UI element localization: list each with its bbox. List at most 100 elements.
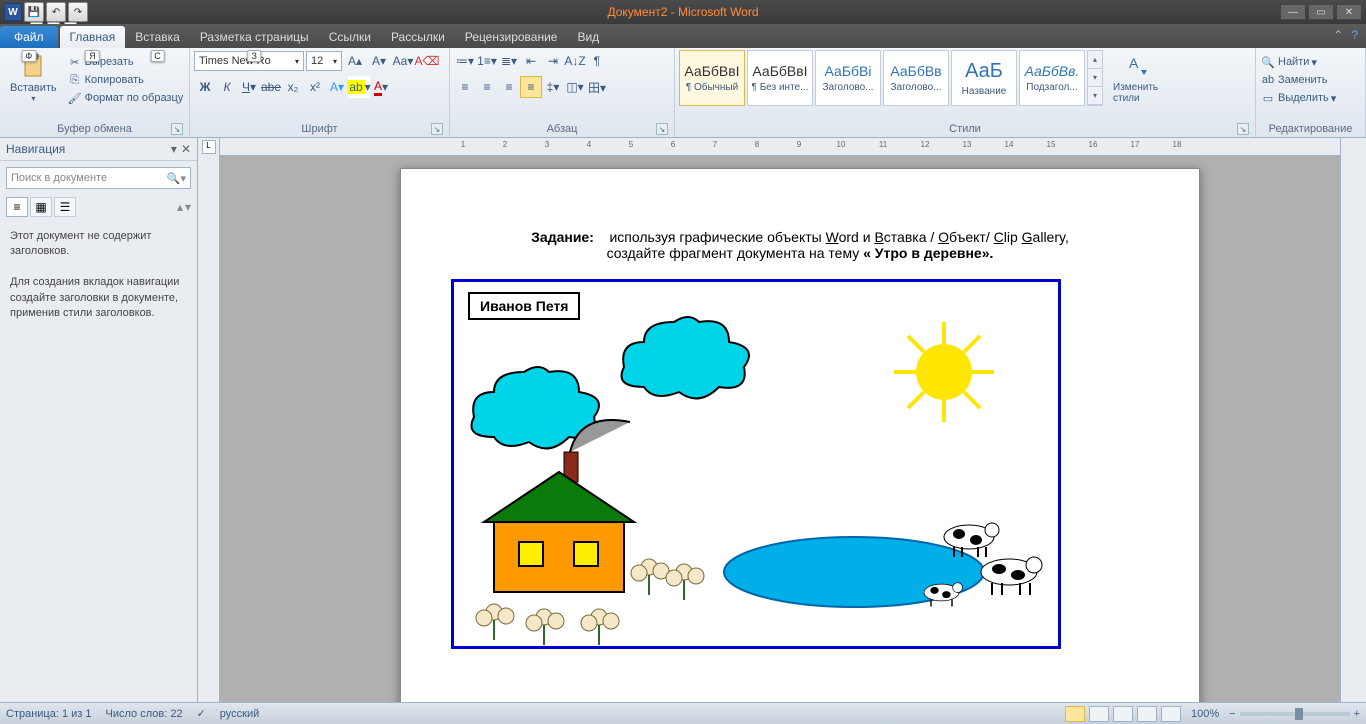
style-title[interactable]: АаБНазвание — [951, 50, 1017, 106]
view-draft[interactable] — [1161, 706, 1181, 722]
qat-redo-button[interactable]: ↷ — [68, 2, 88, 22]
format-painter-button[interactable]: 🖌Формат по образцу — [67, 90, 184, 106]
replace-button[interactable]: abЗаменить — [1260, 72, 1327, 88]
cloud-icon — [622, 317, 750, 398]
align-right-button[interactable]: ≡ — [498, 76, 520, 98]
indent-dec-button[interactable]: ⇤ — [520, 50, 542, 72]
sort-button[interactable]: A↓Z — [564, 50, 586, 72]
highlight-button[interactable]: ab▾ — [348, 76, 370, 98]
tab-mailings[interactable]: Рассылки — [381, 26, 455, 48]
styles-dialog-launcher[interactable]: ↘ — [1237, 123, 1249, 135]
tab-references[interactable]: Ссылки — [319, 26, 381, 48]
view-outline[interactable] — [1137, 706, 1157, 722]
tab-layout[interactable]: Разметка страницы З — [190, 26, 319, 48]
view-web[interactable] — [1113, 706, 1133, 722]
strike-button[interactable]: abe — [260, 76, 282, 98]
find-button[interactable]: 🔍Найти ▾ — [1260, 54, 1317, 70]
clear-format-button[interactable]: A⌫ — [416, 50, 438, 72]
qat-undo-button[interactable]: ↶ — [46, 2, 66, 22]
font-dialog-launcher[interactable]: ↘ — [431, 123, 443, 135]
nav-dropdown-icon[interactable]: ▾ — [171, 142, 177, 156]
bold-button[interactable]: Ж — [194, 76, 216, 98]
qat-save-button[interactable]: 💾 — [24, 2, 44, 22]
tab-home[interactable]: Главная Я — [60, 26, 126, 48]
text-effects-button[interactable]: A▾ — [326, 76, 348, 98]
nav-search-input[interactable]: Поиск в документе 🔍▾ — [6, 167, 191, 189]
style-no-spacing[interactable]: АаБбВвІ¶ Без инте... — [747, 50, 813, 106]
select-button[interactable]: ▭Выделить ▾ — [1260, 90, 1336, 106]
clipboard-label: Буфер обмена — [57, 123, 132, 135]
nav-view-headings[interactable]: ≡ — [6, 197, 28, 217]
underline-button[interactable]: Ч▾ — [238, 76, 260, 98]
nav-close-icon[interactable]: ✕ — [181, 142, 191, 156]
zoom-in-button[interactable]: + — [1354, 708, 1360, 720]
font-color-button[interactable]: A▾ — [370, 76, 392, 98]
status-language[interactable]: русский — [220, 708, 259, 720]
tab-insert[interactable]: Вставка С — [125, 26, 190, 48]
zoom-slider[interactable] — [1240, 712, 1350, 716]
status-page[interactable]: Страница: 1 из 1 — [6, 708, 92, 720]
nav-next-icon[interactable]: ▾ — [185, 200, 191, 214]
view-print-layout[interactable] — [1065, 706, 1085, 722]
show-marks-button[interactable]: ¶ — [586, 50, 608, 72]
zoom-out-button[interactable]: − — [1229, 708, 1235, 720]
bullets-button[interactable]: ≔▾ — [454, 50, 476, 72]
style-subtitle[interactable]: АаБбВв.Подзагол... — [1019, 50, 1085, 106]
indent-inc-button[interactable]: ⇥ — [542, 50, 564, 72]
view-full-screen[interactable] — [1089, 706, 1109, 722]
italic-button[interactable]: К — [216, 76, 238, 98]
line-spacing-button[interactable]: ‡▾ — [542, 76, 564, 98]
tab-view[interactable]: Вид — [567, 26, 609, 48]
shrink-font-button[interactable]: A▾ — [368, 50, 390, 72]
nav-view-results[interactable]: ☰ — [54, 197, 76, 217]
align-left-button[interactable]: ≡ — [454, 76, 476, 98]
cow-icon — [981, 557, 1042, 595]
change-case-button[interactable]: Aa▾ — [392, 50, 414, 72]
find-icon: 🔍 — [1260, 54, 1276, 70]
copy-button[interactable]: ⎘Копировать — [67, 72, 184, 88]
multilevel-button[interactable]: ≣▾ — [498, 50, 520, 72]
superscript-button[interactable]: x² — [304, 76, 326, 98]
styles-label: Стили — [949, 123, 981, 135]
nav-prev-icon[interactable]: ▴ — [177, 200, 183, 214]
style-heading2[interactable]: АаБбВвЗаголово... — [883, 50, 949, 106]
zoom-percent[interactable]: 100% — [1191, 708, 1219, 720]
status-bar: Страница: 1 из 1 Число слов: 22 ✓ русски… — [0, 702, 1366, 724]
page[interactable]: Задание: используя графические объекты W… — [400, 168, 1200, 702]
replace-icon: ab — [1260, 72, 1276, 88]
drawing-frame[interactable]: Иванов Петя — [451, 279, 1061, 649]
quick-access-toolbar: W 💾 ↶ ↷ — [0, 2, 88, 22]
close-button[interactable]: ✕ — [1336, 4, 1362, 20]
change-styles-icon: A — [1125, 52, 1153, 80]
spell-check-icon[interactable]: ✓ — [197, 707, 206, 720]
align-center-button[interactable]: ≡ — [476, 76, 498, 98]
shading-button[interactable]: ◫▾ — [564, 76, 586, 98]
nav-view-pages[interactable]: ▦ — [30, 197, 52, 217]
tab-file[interactable]: Файл Ф — [0, 26, 58, 48]
style-normal[interactable]: АаБбВвІ¶ Обычный — [679, 50, 745, 106]
para-dialog-launcher[interactable]: ↘ — [656, 123, 668, 135]
subscript-button[interactable]: x₂ — [282, 76, 304, 98]
numbering-button[interactable]: 1≡▾ — [476, 50, 498, 72]
styles-gallery[interactable]: АаБбВвІ¶ Обычный АаБбВвІ¶ Без инте... Аа… — [679, 50, 1103, 106]
tab-selector[interactable]: L — [202, 140, 216, 154]
styles-more[interactable]: ▴▾▾ — [1087, 50, 1103, 106]
nav-empty-msg2: Для создания вкладок навигации создайте … — [10, 275, 187, 321]
navigation-pane: Навигация ▾ ✕ Поиск в документе 🔍▾ ≡ ▦ ☰… — [0, 138, 198, 702]
vertical-ruler[interactable]: L — [198, 138, 220, 702]
clipboard-dialog-launcher[interactable]: ↘ — [171, 123, 183, 135]
font-size-combo[interactable]: 12 ▾ — [306, 51, 342, 71]
maximize-button[interactable]: ▭ — [1308, 4, 1334, 20]
drawing-canvas — [454, 282, 1058, 646]
minimize-button[interactable]: — — [1280, 4, 1306, 20]
tab-review[interactable]: Рецензирование — [455, 26, 568, 48]
align-justify-button[interactable]: ≡ — [520, 76, 542, 98]
style-heading1[interactable]: АаБбВіЗаголово... — [815, 50, 881, 106]
ribbon-minimize-icon[interactable]: ⌃ — [1333, 28, 1343, 42]
borders-button[interactable]: 田▾ — [586, 76, 608, 98]
help-icon[interactable]: ? — [1351, 28, 1358, 42]
change-styles-button[interactable]: A Изменить стили — [1107, 50, 1171, 106]
grow-font-button[interactable]: A▴ — [344, 50, 366, 72]
status-words[interactable]: Число слов: 22 — [106, 708, 183, 720]
horizontal-ruler[interactable]: 123456789101112131415161718 — [220, 138, 1340, 156]
